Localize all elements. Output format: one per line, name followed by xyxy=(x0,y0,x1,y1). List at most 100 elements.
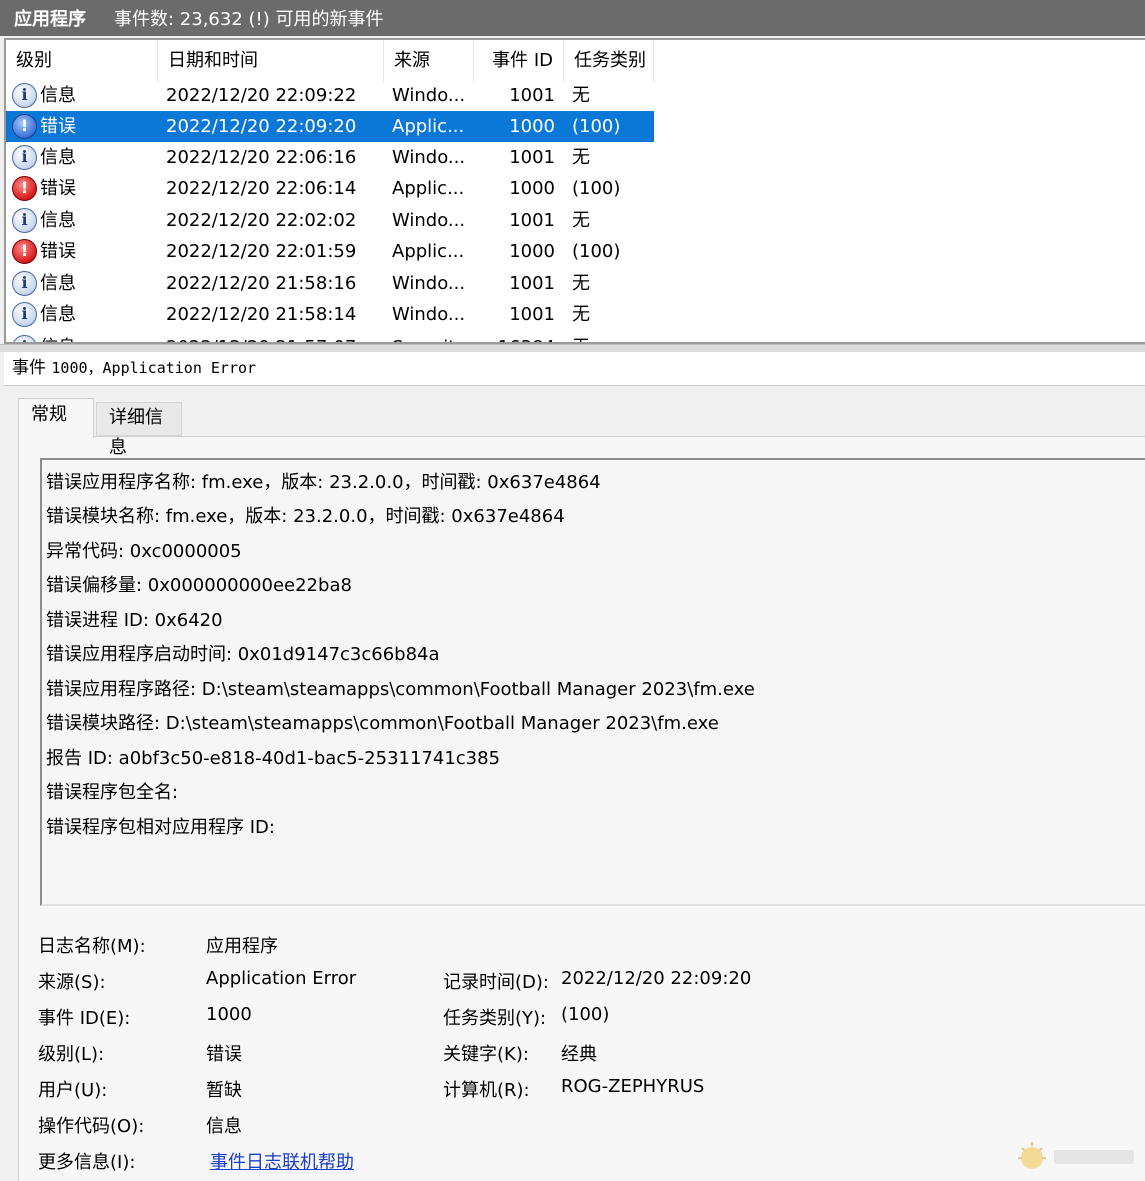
row-task: 无 xyxy=(572,147,590,168)
row-event-id: 1000 xyxy=(509,178,555,199)
row-level: 信息 xyxy=(40,273,76,294)
event-row[interactable]: ! 错误 2022/12/20 22:01:59 Applic... 1000 … xyxy=(6,236,654,267)
event-row[interactable]: i 信息 2022/12/20 22:09:22 Windo... 1001 无 xyxy=(6,80,654,111)
row-task: 无 xyxy=(572,304,590,325)
tab-details[interactable]: 详细信息 xyxy=(96,402,182,458)
row-source: Applic... xyxy=(392,178,465,199)
source-value[interactable]: Application Error xyxy=(206,968,356,989)
user-value[interactable]: 暂缺 xyxy=(206,1076,242,1102)
logged-value[interactable]: 2022/12/20 22:09:20 xyxy=(561,968,751,989)
row-source: Windo... xyxy=(392,210,466,231)
description-line: 错误程序包全名: xyxy=(46,782,179,803)
error-icon: ! xyxy=(12,176,37,201)
row-level: 信息 xyxy=(40,332,76,342)
row-datetime: 2022/12/20 22:06:16 xyxy=(166,147,357,168)
pane-splitter[interactable] xyxy=(0,344,1145,352)
task-value[interactable]: (100) xyxy=(561,1004,609,1025)
row-source: Windo... xyxy=(392,85,466,106)
row-datetime: 2022/12/20 21:58:14 xyxy=(166,304,357,325)
event-row[interactable]: i 信息 2022/12/20 22:06:16 Windo... 1001 无 xyxy=(6,142,654,173)
detail-header-label: 事件 xyxy=(12,358,46,378)
row-level: 错误 xyxy=(40,116,76,137)
column-task[interactable]: 任务类别 xyxy=(564,40,654,82)
description-line: 错误应用程序名称: fm.exe，版本: 23.2.0.0，时间戳: 0x637… xyxy=(46,472,601,493)
row-datetime: 2022/12/20 22:09:22 xyxy=(166,85,357,106)
row-level: 信息 xyxy=(40,304,76,325)
event-detail-header: 事件 1000，Application Error xyxy=(4,352,1145,386)
source-label: 来源(S): xyxy=(38,972,106,993)
row-task: (100) xyxy=(572,241,621,262)
row-source: Applic... xyxy=(392,116,465,137)
description-line: 错误应用程序路径: D:\steam\steamapps\common\Foot… xyxy=(46,679,755,700)
info-icon: i xyxy=(12,302,37,327)
info-icon: i xyxy=(12,335,37,342)
opcode-value[interactable]: 信息 xyxy=(206,1112,242,1138)
row-level: 信息 xyxy=(40,147,76,168)
online-help-link[interactable]: 事件日志联机帮助 xyxy=(210,1148,354,1174)
description-line: 错误进程 ID: 0x6420 xyxy=(46,610,223,631)
event-row[interactable]: i 信息 2022/12/20 21:58:14 Windo... 1001 无 xyxy=(6,299,654,330)
level-label: 级别(L): xyxy=(38,1044,105,1065)
computer-label: 计算机(R): xyxy=(443,1080,530,1101)
log-name-label: 日志名称(M): xyxy=(38,936,146,957)
column-event-id[interactable]: 事件 ID xyxy=(474,40,564,82)
event-row[interactable]: i 信息 2022/12/20 22:02:02 Windo... 1001 无 xyxy=(6,205,654,236)
row-level: 错误 xyxy=(40,178,76,199)
event-list[interactable]: 级别 日期和时间 来源 事件 ID 任务类别 i 信息 2022/12/20 2… xyxy=(4,38,1145,344)
row-datetime: 2022/12/20 21:57:07 xyxy=(166,332,356,342)
column-header: 级别 日期和时间 来源 事件 ID 任务类别 xyxy=(6,40,1145,82)
column-datetime[interactable]: 日期和时间 xyxy=(158,40,384,82)
row-task: (100) xyxy=(572,178,621,199)
row-event-id: 1001 xyxy=(509,304,555,325)
more-info-label: 更多信息(I): xyxy=(38,1152,136,1173)
column-level[interactable]: 级别 xyxy=(6,40,158,82)
tab-general[interactable]: 常规 xyxy=(18,398,94,438)
info-icon: i xyxy=(12,271,37,296)
log-name-value[interactable]: 应用程序 xyxy=(206,932,278,958)
row-event-id: 1001 xyxy=(509,210,555,231)
task-label: 任务类别(Y): xyxy=(443,1008,547,1029)
row-task: 无 xyxy=(572,210,590,231)
row-event-id: 1000 xyxy=(509,116,555,137)
row-event-id: 1001 xyxy=(509,147,555,168)
event-row[interactable]: i 信息 2022/12/20 21:58:16 Windo... 1001 无 xyxy=(6,268,654,299)
title-bar: 应用程序 事件数: 23,632 (!) 可用的新事件 xyxy=(0,0,1145,36)
event-id-value[interactable]: 1000 xyxy=(206,1004,252,1025)
info-icon: i xyxy=(12,145,37,170)
description-line: 错误偏移量: 0x000000000ee22ba8 xyxy=(46,575,352,596)
level-value[interactable]: 错误 xyxy=(206,1040,242,1066)
computer-value[interactable]: ROG-ZEPHYRUS xyxy=(561,1076,704,1097)
row-task: 无 xyxy=(572,332,590,342)
row-source: Applic... xyxy=(392,241,465,262)
description-line: 错误模块路径: D:\steam\steamapps\common\Footba… xyxy=(46,713,719,734)
row-datetime: 2022/12/20 22:01:59 xyxy=(166,241,357,262)
row-datetime: 2022/12/20 22:09:20 xyxy=(166,116,357,137)
keywords-value[interactable]: 经典 xyxy=(561,1040,597,1066)
row-level: 信息 xyxy=(40,85,76,106)
row-level: 错误 xyxy=(40,241,76,262)
row-source: Windo... xyxy=(392,273,466,294)
watermark-logo xyxy=(1018,1142,1134,1169)
event-count: 事件数: 23,632 (!) 可用的新事件 xyxy=(114,9,384,30)
event-row[interactable]: ! 错误 2022/12/20 22:06:14 Applic... 1000 … xyxy=(6,173,654,204)
description-line: 错误应用程序启动时间: 0x01d9147c3c66b84a xyxy=(46,644,440,665)
event-id-label: 事件 ID(E): xyxy=(38,1008,131,1029)
column-source[interactable]: 来源 xyxy=(384,40,474,82)
row-source: Windo... xyxy=(392,304,466,325)
row-task: (100) xyxy=(572,116,621,137)
row-event-id: 1000 xyxy=(509,241,555,262)
row-datetime: 2022/12/20 22:02:02 xyxy=(166,210,357,231)
log-title: 应用程序 xyxy=(14,9,86,30)
row-task: 无 xyxy=(572,273,590,294)
event-row[interactable]: i 信息 2022/12/20 21:57:07 Securit... 1638… xyxy=(6,332,654,342)
info-icon: i xyxy=(12,208,37,233)
description-line: 错误程序包相对应用程序 ID: xyxy=(46,817,275,838)
row-event-id: 1001 xyxy=(509,273,555,294)
event-description[interactable]: 错误应用程序名称: fm.exe，版本: 23.2.0.0，时间戳: 0x637… xyxy=(40,458,1145,906)
row-source: Windo... xyxy=(392,147,466,168)
row-datetime: 2022/12/20 21:58:16 xyxy=(166,273,357,294)
event-row-selected[interactable]: ! 错误 2022/12/20 22:09:20 Applic... 1000 … xyxy=(6,111,654,142)
error-icon: ! xyxy=(12,114,37,139)
description-line: 异常代码: 0xc0000005 xyxy=(46,541,242,562)
description-line: 错误模块名称: fm.exe，版本: 23.2.0.0，时间戳: 0x637e4… xyxy=(46,506,565,527)
